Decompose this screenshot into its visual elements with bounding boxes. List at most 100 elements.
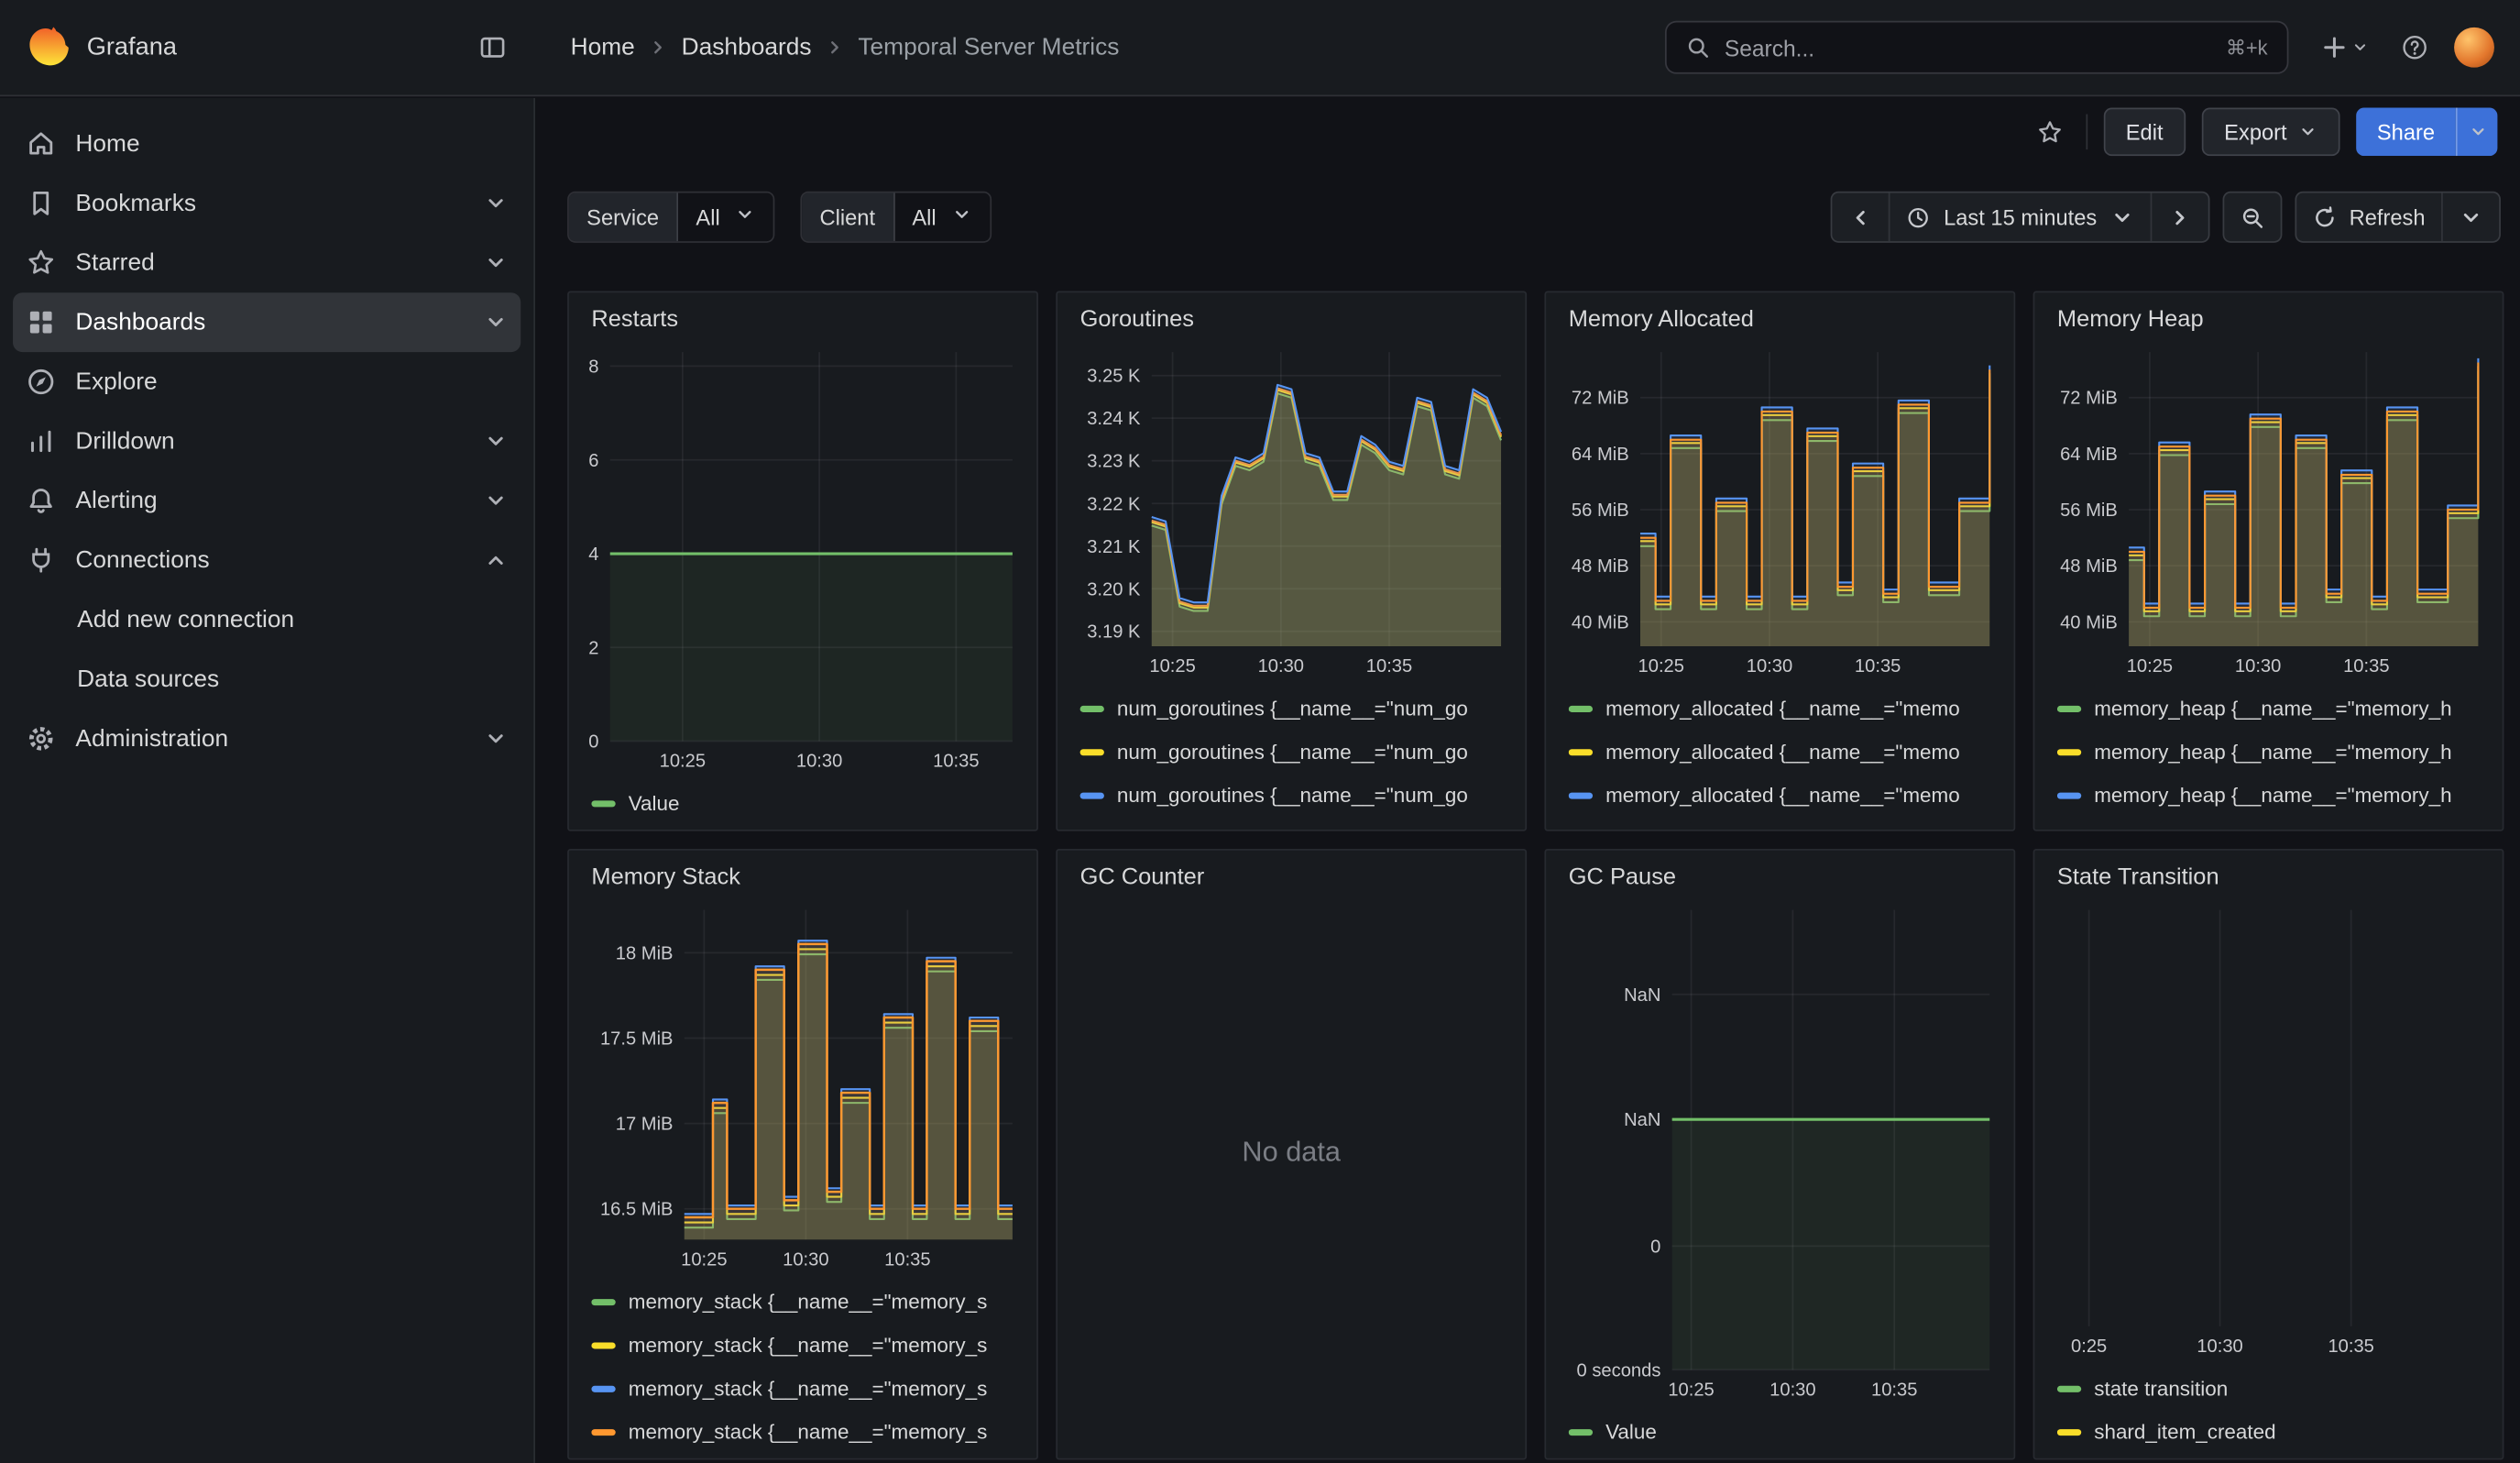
zoom-out-button[interactable] (2224, 192, 2280, 241)
share-split-button: Share (2356, 108, 2497, 157)
legend-item[interactable]: memory_stack {__name__="memory_s (591, 1280, 1013, 1323)
service-variable-dropdown[interactable]: All (678, 192, 773, 241)
sidebar-item-label: Drilldown (75, 428, 174, 456)
chart-area[interactable]: 3.25 K3.24 K3.23 K3.22 K3.21 K3.20 K3.19… (1057, 343, 1525, 682)
panel-title[interactable]: State Transition (2034, 862, 2502, 900)
panel-title[interactable]: Memory Stack (569, 862, 1036, 900)
sidebar-item-bookmarks[interactable]: Bookmarks (13, 173, 520, 233)
legend-label: memory_heap {__name__="memory_h (2094, 826, 2451, 830)
svg-text:0: 0 (1650, 1237, 1660, 1257)
legend-item[interactable]: memory_heap {__name__="memory_h (2057, 774, 2480, 817)
panel-legend: state transitionshard_item_created (2034, 1361, 2502, 1458)
time-shift-forward-button[interactable] (2150, 192, 2208, 241)
panel-grid: Restarts8642010:2510:3010:35ValueGorouti… (567, 291, 2504, 1459)
sidebar-item-label: Starred (75, 249, 154, 277)
export-button[interactable]: Export (2202, 108, 2340, 157)
panel-gc-pause: GC PauseNaNNaN00 seconds10:2510:3010:35V… (1544, 849, 2015, 1459)
client-variable-dropdown[interactable]: All (894, 192, 990, 241)
user-avatar[interactable] (2454, 28, 2494, 68)
breadcrumb-item-dashboards[interactable]: Dashboards (682, 34, 812, 61)
svg-text:16.5 MiB: 16.5 MiB (600, 1200, 674, 1220)
time-range-picker[interactable]: Last 15 minutes (1889, 192, 2150, 241)
sidebar-item-explore[interactable]: Explore (13, 352, 520, 412)
chevron-down-icon (2459, 205, 2482, 229)
edit-button[interactable]: Edit (2103, 108, 2186, 157)
favorite-star-button[interactable] (2030, 112, 2070, 152)
sidebar-item-dashboards[interactable]: Dashboards (13, 292, 520, 352)
sidebar-item-alerting[interactable]: Alerting (13, 471, 520, 531)
legend-label: memory_allocated {__name__="memo (1605, 783, 1960, 807)
refresh-interval-dropdown[interactable] (2441, 192, 2499, 241)
legend-item[interactable]: num_goroutines {__name__="num_go (1080, 774, 1503, 817)
sidebar-item-drilldown[interactable]: Drilldown (13, 412, 520, 471)
svg-text:10:30: 10:30 (783, 1249, 828, 1270)
svg-text:56 MiB: 56 MiB (1572, 500, 1629, 521)
legend-item[interactable]: memory_heap {__name__="memory_h (2057, 817, 2480, 830)
legend-item[interactable]: memory_allocated {__name__="memo (1569, 687, 1991, 730)
legend-item[interactable]: memory_allocated {__name__="memo (1569, 774, 1991, 817)
sidebar-item-connections[interactable]: Connections (13, 531, 520, 590)
svg-text:6: 6 (588, 451, 598, 471)
panel-title[interactable]: Goroutines (1057, 303, 1525, 342)
chart-area[interactable]: 18 MiB17.5 MiB17 MiB16.5 MiB10:2510:3010… (569, 900, 1036, 1275)
legend-item[interactable]: memory_stack {__name__="memory_s (591, 1410, 1013, 1453)
chart-area[interactable]: NaNNaN00 seconds10:2510:3010:35 (1546, 900, 2013, 1405)
legend-item[interactable]: memory_allocated {__name__="memo (1569, 817, 1991, 830)
legend-item[interactable]: memory_heap {__name__="memory_h (2057, 730, 2480, 773)
legend-item[interactable]: num_goroutines {__name__="num_go (1080, 730, 1503, 773)
panel-legend: memory_stack {__name__="memory_smemory_s… (569, 1275, 1036, 1458)
svg-text:10:25: 10:25 (1149, 656, 1195, 676)
add-new-button[interactable] (2315, 28, 2376, 68)
sidebar-toggle-button[interactable] (473, 28, 513, 68)
svg-text:0:25: 0:25 (2071, 1336, 2107, 1357)
breadcrumb-separator-icon (825, 37, 846, 58)
chevron-left-icon (1849, 205, 1873, 229)
svg-text:0 seconds: 0 seconds (1577, 1360, 1661, 1380)
sidebar-item-add-new-connection[interactable]: Add new connection (13, 590, 520, 650)
share-button[interactable]: Share (2356, 108, 2456, 157)
legend-swatch (1080, 792, 1104, 798)
chevron-down-icon (484, 251, 508, 275)
client-variable-value: All (912, 205, 936, 229)
service-variable-label: Service (569, 192, 678, 241)
legend-item[interactable]: memory_stack {__name__="memory_s (591, 1323, 1013, 1366)
star-icon (26, 248, 56, 278)
legend-item[interactable]: state transition (2057, 1367, 2480, 1410)
svg-text:10:30: 10:30 (1747, 656, 1792, 676)
breadcrumb-item-home[interactable]: Home (571, 34, 635, 61)
legend-item[interactable]: memory_stack {__name__="memory_s (591, 1367, 1013, 1410)
sidebar-item-data-sources[interactable]: Data sources (13, 650, 520, 710)
refresh-button[interactable]: Refresh (2296, 192, 2441, 241)
panel-title[interactable]: GC Counter (1057, 862, 1525, 900)
legend-item[interactable]: memory_allocated {__name__="memo (1569, 730, 1991, 773)
panel-title[interactable]: Restarts (569, 303, 1036, 342)
legend-swatch (591, 1428, 615, 1435)
time-shift-back-button[interactable] (1833, 192, 1889, 241)
chart-area[interactable]: 8642010:2510:3010:35 (569, 343, 1036, 777)
panel-title[interactable]: GC Pause (1546, 862, 2013, 900)
chart-area[interactable]: 72 MiB64 MiB56 MiB48 MiB40 MiB10:2510:30… (1546, 343, 2013, 682)
legend-item[interactable]: Value (1569, 1410, 1991, 1453)
legend-swatch (2057, 792, 2081, 798)
search-placeholder: Search... (1725, 35, 2211, 60)
legend-item[interactable]: num_goroutines {__name__="num_go (1080, 817, 1503, 830)
chart-area[interactable]: 0:2510:3010:35 (2034, 900, 2502, 1361)
share-dropdown-button[interactable] (2456, 108, 2498, 157)
sidebar-item-home[interactable]: Home (13, 115, 520, 174)
legend-item[interactable]: shard_item_created (2057, 1410, 2480, 1453)
legend-item[interactable]: Value (591, 781, 1013, 824)
sidebar-item-starred[interactable]: Starred (13, 233, 520, 292)
apps-icon (26, 307, 56, 337)
legend-label: memory_heap {__name__="memory_h (2094, 783, 2451, 807)
time-range-group: Last 15 minutes (1831, 192, 2209, 243)
grafana-logo-icon[interactable] (26, 26, 69, 69)
legend-item[interactable]: memory_heap {__name__="memory_h (2057, 687, 2480, 730)
help-button[interactable] (2394, 28, 2435, 68)
sidebar-item-administration[interactable]: Administration (13, 709, 520, 768)
panel-title[interactable]: Memory Heap (2034, 303, 2502, 342)
chart-area[interactable]: 72 MiB64 MiB56 MiB48 MiB40 MiB10:2510:30… (2034, 343, 2502, 682)
legend-item[interactable]: num_goroutines {__name__="num_go (1080, 687, 1503, 730)
chevron-down-icon (484, 727, 508, 751)
panel-title[interactable]: Memory Allocated (1546, 303, 2013, 342)
search-input[interactable]: Search... ⌘+k (1665, 21, 2288, 74)
